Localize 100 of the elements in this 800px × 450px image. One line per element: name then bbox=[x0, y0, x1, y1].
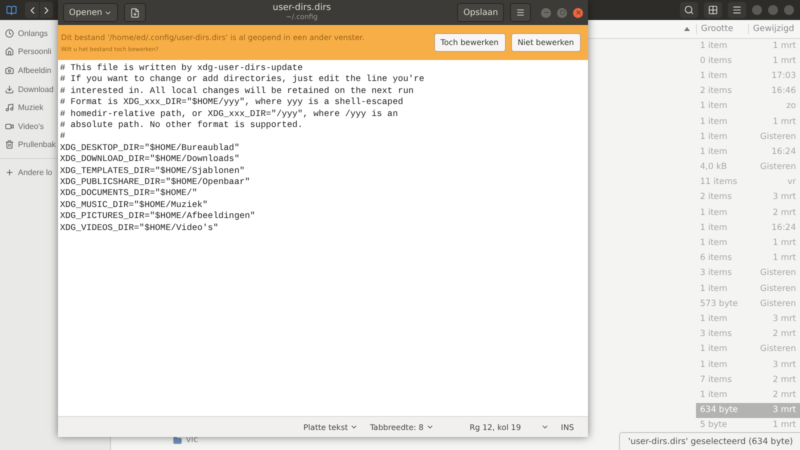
date-cell-text: 1 mrt bbox=[772, 420, 797, 430]
close-icon bbox=[574, 9, 582, 16]
download-icon bbox=[5, 84, 14, 94]
date-cell-text: 2 mrt bbox=[772, 208, 797, 218]
column-header[interactable]: Gewijzigd bbox=[748, 24, 800, 34]
file-row[interactable]: 4,0 kB Gisteren bbox=[696, 160, 800, 175]
file-row[interactable]: 1 item 16:24 bbox=[696, 144, 800, 160]
size-cell-text: 1 item bbox=[699, 314, 728, 324]
code-line: XDG_DESKTOP_DIR="$HOME/Bureaublad" bbox=[60, 142, 240, 154]
app-icon bbox=[6, 4, 17, 16]
code-line: XDG_MUSIC_DIR="$HOME/Muziek" bbox=[60, 200, 209, 212]
file-row[interactable]: 6 items 1 mrt bbox=[696, 250, 800, 266]
date-cell-text: 3 mrt bbox=[772, 314, 797, 324]
date-cell-text: 3 mrt bbox=[772, 192, 797, 202]
size-cell-text: 5 byte bbox=[699, 420, 728, 430]
caret-icon bbox=[350, 423, 358, 431]
file-row[interactable]: 7 items 2 mrt bbox=[696, 372, 800, 388]
file-row[interactable]: 573 byte Gisteren bbox=[696, 296, 800, 312]
date-cell-text: zo bbox=[785, 101, 797, 112]
date-cell-text: 3 mrt bbox=[772, 360, 797, 370]
size-cell-text: 2 items bbox=[699, 192, 733, 202]
file-row[interactable]: 1 item 1 mrt bbox=[696, 114, 800, 130]
search-button[interactable] bbox=[680, 2, 698, 18]
sidebar-item[interactable]: Afbeeldin bbox=[0, 61, 58, 80]
file-row[interactable]: 3 items Gisteren bbox=[696, 266, 800, 281]
code-line: # bbox=[60, 131, 66, 143]
file-row[interactable]: 5 byte 1 mrt bbox=[696, 418, 800, 433]
file-row[interactable]: 1 item Gisteren bbox=[696, 129, 800, 144]
file-row[interactable]: 1 item zo bbox=[696, 98, 800, 114]
menu-button[interactable] bbox=[510, 3, 531, 22]
size-cell-text: 0 items bbox=[699, 56, 733, 66]
code-line: XDG_PICTURES_DIR="$HOME/Afbeeldingen" bbox=[60, 211, 256, 223]
size-cell-text: 7 items bbox=[699, 374, 733, 385]
back-button[interactable] bbox=[25, 2, 39, 18]
date-cell-text: Gisteren bbox=[759, 162, 797, 172]
search-icon bbox=[684, 5, 694, 15]
grid-view-button[interactable] bbox=[704, 2, 722, 18]
menu-button[interactable] bbox=[728, 2, 746, 18]
date-cell-text: 2 mrt bbox=[772, 374, 797, 385]
size-cell-text: 1 item bbox=[699, 360, 728, 370]
code-line: # interested in. All local changes will be retained on the next run bbox=[60, 86, 415, 98]
file-row[interactable]: 1 item 1 mrt bbox=[696, 38, 800, 54]
size-cell-text: 1 item bbox=[699, 344, 728, 354]
file-row[interactable]: 1 item 3 mrt bbox=[696, 356, 800, 372]
date-cell-text: 1 mrt bbox=[772, 253, 797, 264]
file-row[interactable]: 1 item Gisteren bbox=[696, 342, 800, 357]
size-cell-text: 1 item bbox=[699, 116, 728, 127]
file-row[interactable]: 11 items vr bbox=[696, 174, 800, 190]
size-cell-text: 1 item bbox=[699, 222, 728, 233]
file-row[interactable]: 0 items 1 mrt bbox=[696, 53, 800, 68]
open-button[interactable]: Openen bbox=[63, 3, 118, 22]
file-row[interactable]: 1 item 16:24 bbox=[696, 220, 800, 236]
file-row[interactable]: 1 item 2 mrt bbox=[696, 387, 800, 402]
sidebar-item[interactable]: Muziek bbox=[0, 98, 58, 117]
music-icon bbox=[5, 103, 14, 112]
file-name[interactable]: vlc bbox=[186, 435, 198, 446]
file-row[interactable]: 634 byte 3 mrt bbox=[696, 402, 800, 418]
status-tooltip: 'user-dirs.dirs' geselecteerd (634 byte) bbox=[619, 432, 800, 450]
date-cell-text: Gisteren bbox=[759, 344, 797, 354]
file-row[interactable]: 1 item 2 mrt bbox=[696, 205, 800, 220]
size-cell-text: 573 byte bbox=[699, 298, 739, 309]
file-row[interactable]: 1 item 3 mrt bbox=[696, 311, 800, 327]
new-tab-button[interactable] bbox=[124, 3, 146, 22]
camera-icon bbox=[5, 66, 14, 75]
sidebar-item[interactable]: Onlangs bbox=[0, 24, 58, 43]
folder-icon bbox=[173, 436, 182, 445]
sidebar-item[interactable]: Video's bbox=[0, 116, 58, 136]
size-cell-text: 1 item bbox=[699, 40, 728, 51]
new-document-icon bbox=[130, 8, 140, 18]
file-row[interactable]: 3 items 2 mrt bbox=[696, 326, 800, 342]
code-line: XDG_TEMPLATES_DIR="$HOME/Sjablonen" bbox=[60, 166, 246, 178]
file-row[interactable]: 2 items 16:46 bbox=[696, 84, 800, 99]
plus-icon bbox=[5, 168, 14, 177]
date-cell-text: 16:24 bbox=[770, 222, 797, 233]
close-button[interactable] bbox=[573, 8, 583, 18]
date-cell-text: 2 mrt bbox=[772, 329, 797, 340]
sidebar-item[interactable]: Prullenbak bbox=[0, 136, 58, 154]
square-icon bbox=[560, 10, 564, 15]
clock-icon bbox=[5, 28, 14, 38]
size-cell-text: 1 item bbox=[699, 390, 728, 400]
file-row[interactable]: 1 item 1 mrt bbox=[696, 235, 800, 251]
date-cell-text: Gisteren bbox=[759, 268, 797, 278]
sidebar-item[interactable]: Persoonli bbox=[0, 42, 58, 62]
size-cell-text: 11 items bbox=[699, 177, 738, 188]
date-cell-text: 2 mrt bbox=[772, 390, 797, 400]
menu-icon bbox=[732, 5, 742, 15]
date-cell-text: 1 mrt bbox=[772, 116, 797, 127]
date-cell-text: Gisteren bbox=[759, 284, 797, 294]
file-row[interactable]: 1 item 17:03 bbox=[696, 68, 800, 84]
size-cell-text: 6 items bbox=[699, 253, 733, 264]
forward-button[interactable] bbox=[39, 2, 53, 18]
trash-icon bbox=[5, 140, 14, 150]
save-button[interactable]: Opslaan bbox=[457, 3, 504, 22]
file-row[interactable]: 1 item Gisteren bbox=[696, 281, 800, 296]
column-header[interactable]: Grootte bbox=[696, 24, 748, 34]
sidebar-item[interactable]: Andere lo bbox=[0, 163, 58, 182]
code-line: XDG_DOWNLOAD_DIR="$HOME/Downloads" bbox=[60, 154, 240, 166]
file-row[interactable]: 2 items 3 mrt bbox=[696, 190, 800, 206]
window-title: user-dirs.dirs bbox=[272, 4, 331, 14]
sidebar-item[interactable]: Download bbox=[0, 80, 58, 98]
